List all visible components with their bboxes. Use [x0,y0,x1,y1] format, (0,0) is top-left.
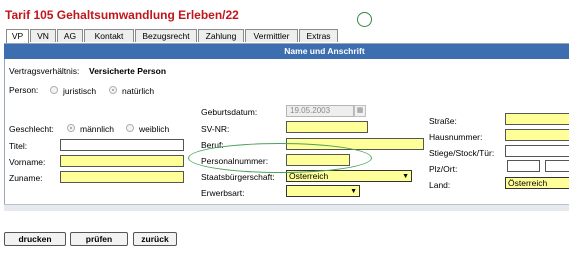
vorname-input[interactable] [60,155,184,167]
strasse-label: Straße: [429,116,457,126]
plz-input[interactable] [507,160,540,172]
person-juristisch-label: juristisch [63,86,97,96]
geschlecht-weiblich-radio[interactable] [126,124,134,132]
person-label: Person: [9,85,39,95]
annotation-circle [357,12,372,27]
drucken-button[interactable]: drucken [4,232,66,246]
svnr-label: SV-NR: [201,124,230,134]
tab-ag[interactable]: AG [57,29,83,42]
tab-vermittler[interactable]: Vermittler [245,29,298,42]
stiege-label: Stiege/Stock/Tür: [429,148,495,158]
tab-zahlung[interactable]: Zahlung [198,29,244,42]
plzort-label: Plz/Ort: [429,164,458,174]
hausnummer-label: Hausnummer: [429,132,483,142]
geschlecht-maennlich-radio[interactable] [67,124,75,132]
geschlecht-weiblich-label: weiblich [139,124,170,134]
land-select[interactable]: Österreich [505,177,569,189]
page-title: Tarif 105 Gehaltsumwandlung Erleben/22 [5,8,239,22]
strasse-input[interactable] [505,113,569,125]
erwerbsart-select[interactable]: ▼ [286,185,360,197]
hausnummer-input[interactable] [505,129,569,141]
staatsbuergerschaft-label: Staatsbürgerschaft: [201,172,275,182]
panel-footer-strip [4,204,569,211]
geburtsdatum-label: Geburtsdatum: [201,107,258,117]
geschlecht-maennlich-label: männlich [80,124,115,134]
zuname-input[interactable] [60,171,184,183]
chevron-down-icon: ▼ [402,173,409,180]
tab-kontakt[interactable]: Kontakt [84,29,134,42]
titel-label: Titel: [9,141,28,151]
person-natuerlich-radio[interactable] [109,86,117,94]
ort-input[interactable] [545,160,569,172]
vorname-label: Vorname: [9,157,46,167]
land-value: Österreich [508,178,548,188]
stiege-input[interactable] [505,145,569,157]
tab-vp[interactable]: VP [6,29,29,44]
titel-input[interactable] [60,139,184,151]
tab-vn[interactable]: VN [30,29,56,42]
vertrag-label: Vertragsverhältnis: [9,66,80,76]
person-juristisch-radio[interactable] [50,86,58,94]
land-label: Land: [429,180,451,190]
zuname-label: Zuname: [9,173,43,183]
erwerbsart-label: Erwerbsart: [201,188,245,198]
geschlecht-label: Geschlecht: [9,124,54,134]
chevron-down-icon: ▼ [350,188,357,195]
zurueck-button[interactable]: zurück [133,232,177,246]
annotation-ellipse [188,143,372,173]
person-natuerlich-label: natürlich [122,86,155,96]
section-header: Name und Anschrift [4,44,569,59]
section-header-label: Name und Anschrift [284,46,365,56]
tab-extras[interactable]: Extras [299,29,338,42]
calendar-icon[interactable]: ▦ [354,105,366,117]
vertrag-value: Versicherte Person [89,66,167,76]
geburtsdatum-input[interactable]: 19.05.2003 [286,105,354,117]
pruefen-button[interactable]: prüfen [70,232,128,246]
tab-bezugsrecht[interactable]: Bezugsrecht [135,29,197,42]
svnr-input[interactable] [286,121,368,133]
